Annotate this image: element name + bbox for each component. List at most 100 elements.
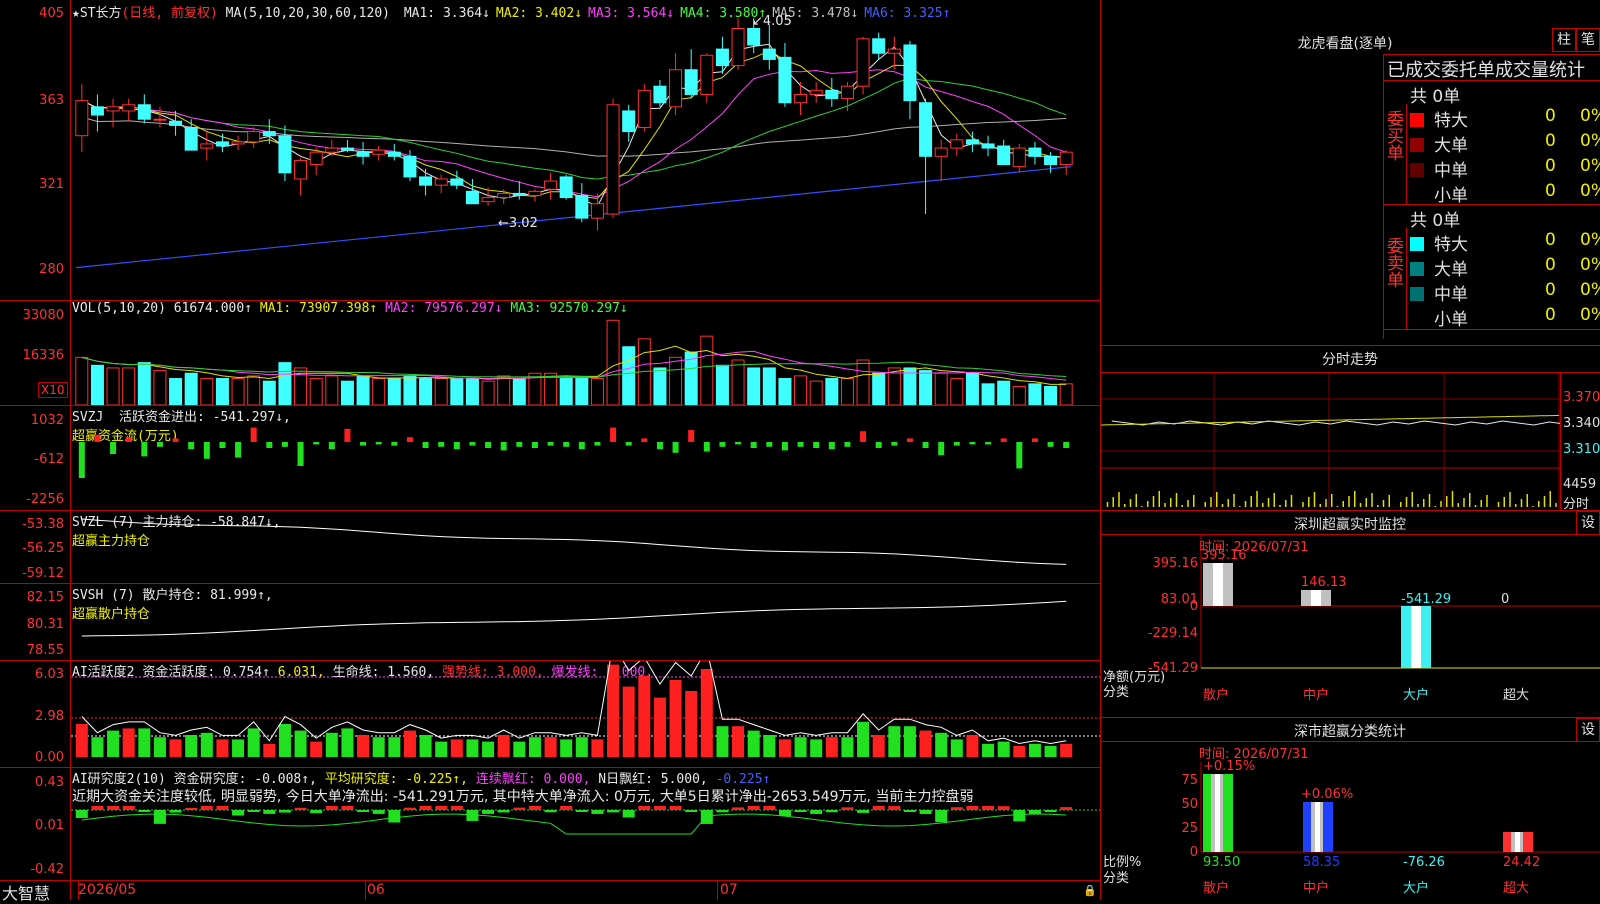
volume-bar — [106, 367, 120, 405]
class-ylab: 50 — [1181, 797, 1198, 812]
intraday-vol-bar — [1405, 497, 1408, 507]
lock-icon[interactable]: 🔒 — [1083, 884, 1097, 897]
activity-bar — [919, 730, 932, 757]
volume-bar — [778, 378, 792, 405]
intraday-vol-bar — [1302, 502, 1304, 507]
vol-ylab-1: 33080 — [22, 308, 64, 323]
intraday-vol-bar — [1267, 498, 1270, 507]
volume-bar — [372, 378, 386, 405]
class-cat: 散户 — [1203, 880, 1229, 896]
research-summary: 近期大资金关注度较低, 明显弱势, 今日大单净流出: -541.291万元, 其… — [72, 789, 974, 805]
activity-bar — [700, 669, 713, 757]
research-bar — [372, 810, 385, 814]
research-bar — [903, 810, 916, 812]
candlestick-chart[interactable] — [71, 0, 1100, 300]
intraday-vol-bar — [1175, 493, 1178, 507]
flow-bar — [391, 442, 398, 446]
monitor-chart: 时间: 2026/07/31395.1683.010-229.14-541.29… — [1103, 535, 1600, 703]
activity-bar — [450, 739, 463, 757]
volume-bar — [559, 378, 573, 405]
research-ylab-2: 0.01 — [35, 818, 64, 833]
flow-bar — [313, 442, 320, 445]
stat-name: 小单 — [1434, 186, 1468, 206]
intraday-vol-bar — [1469, 493, 1471, 507]
flow-bar — [78, 442, 85, 478]
volume-bar — [700, 335, 714, 405]
activity-bar — [466, 739, 479, 757]
color-swatch — [1410, 113, 1424, 127]
intraday-vol-bar — [1538, 501, 1540, 507]
candle-body — [356, 151, 370, 157]
monitor-cat: 大户 — [1403, 687, 1429, 703]
intraday-vol-bar — [1503, 497, 1505, 507]
intraday-vol-bar — [1388, 495, 1390, 507]
stat-name: 中单 — [1434, 161, 1468, 181]
activity-bar — [91, 737, 104, 757]
flow-bar — [141, 442, 148, 457]
research-bar — [435, 806, 448, 810]
research-bar — [982, 806, 995, 810]
candle-body — [575, 194, 589, 219]
stat-pct: 0% — [1580, 156, 1600, 176]
volume-bar — [965, 372, 979, 405]
intraday-vol-bar — [1400, 502, 1402, 507]
x-label-start: 2026/05 — [78, 882, 137, 898]
activity-bar — [341, 728, 354, 757]
monitor-settings-button[interactable]: 设 — [1576, 511, 1600, 535]
stat-name: 小单 — [1434, 310, 1468, 330]
flow-bar — [438, 442, 445, 447]
intraday-vol-bar — [1377, 505, 1379, 507]
activity-bar — [872, 735, 885, 757]
activity-bar — [232, 739, 245, 757]
flow-bar — [94, 434, 101, 442]
research-bar — [872, 806, 885, 810]
intraday-vol-bar — [1256, 491, 1258, 507]
intraday-vol-bar — [1451, 491, 1454, 507]
volume-bar — [856, 359, 870, 405]
volume-bar — [262, 380, 276, 405]
vol-unit: X10 — [38, 382, 68, 398]
stat-row: 小单 — [1410, 305, 1468, 330]
class-settings-button[interactable]: 设 — [1576, 718, 1600, 742]
stat-value: 0 — [1545, 230, 1556, 250]
flow-bar — [375, 442, 382, 445]
volume-bar — [340, 380, 354, 405]
flow-bar — [235, 442, 242, 458]
buy-label: 委买单 — [1383, 110, 1403, 161]
flow-bar — [578, 442, 585, 450]
color-swatch — [1410, 262, 1424, 276]
activity-bar — [122, 728, 135, 757]
class-bar-shine — [1315, 802, 1320, 852]
candle-body — [762, 48, 776, 60]
candle-body — [215, 141, 229, 147]
intraday-vol-bar — [1147, 501, 1149, 507]
class-top-1: +0.15% — [1203, 759, 1255, 774]
intraday-vol-bar — [1129, 499, 1132, 507]
intraday-chart[interactable] — [1101, 373, 1561, 509]
column-view-button[interactable]: 柱 — [1552, 28, 1576, 52]
candle-body — [387, 151, 401, 157]
intraday-right-line — [1560, 372, 1561, 510]
research-bar — [1044, 810, 1057, 813]
intraday-price-3: 3.310 — [1563, 442, 1600, 457]
volume-bar — [653, 367, 667, 405]
svzl-ylab-2: -56.25 — [22, 541, 64, 556]
stat-pct: 0% — [1580, 131, 1600, 151]
candle-body — [856, 38, 870, 87]
flow-bar — [672, 442, 679, 453]
flow-bar — [485, 442, 492, 448]
activity-bar — [513, 741, 526, 757]
volume-bar — [184, 372, 198, 405]
intraday-vol-bar — [1549, 491, 1551, 507]
tick-view-button[interactable]: 笔 — [1576, 28, 1600, 52]
monitor-bar-shine — [1311, 590, 1321, 606]
brand-label[interactable]: 大智慧 — [2, 880, 50, 904]
class-title: 深市超赢分类统计 — [1294, 724, 1406, 740]
volume-bar — [231, 378, 245, 405]
research-bar — [638, 806, 651, 810]
volume-bar — [997, 380, 1011, 405]
volume-bar — [715, 364, 729, 405]
intraday-vol-bar — [1371, 493, 1373, 507]
activity-bar — [794, 737, 807, 757]
intraday-vol-bar — [1187, 500, 1189, 507]
